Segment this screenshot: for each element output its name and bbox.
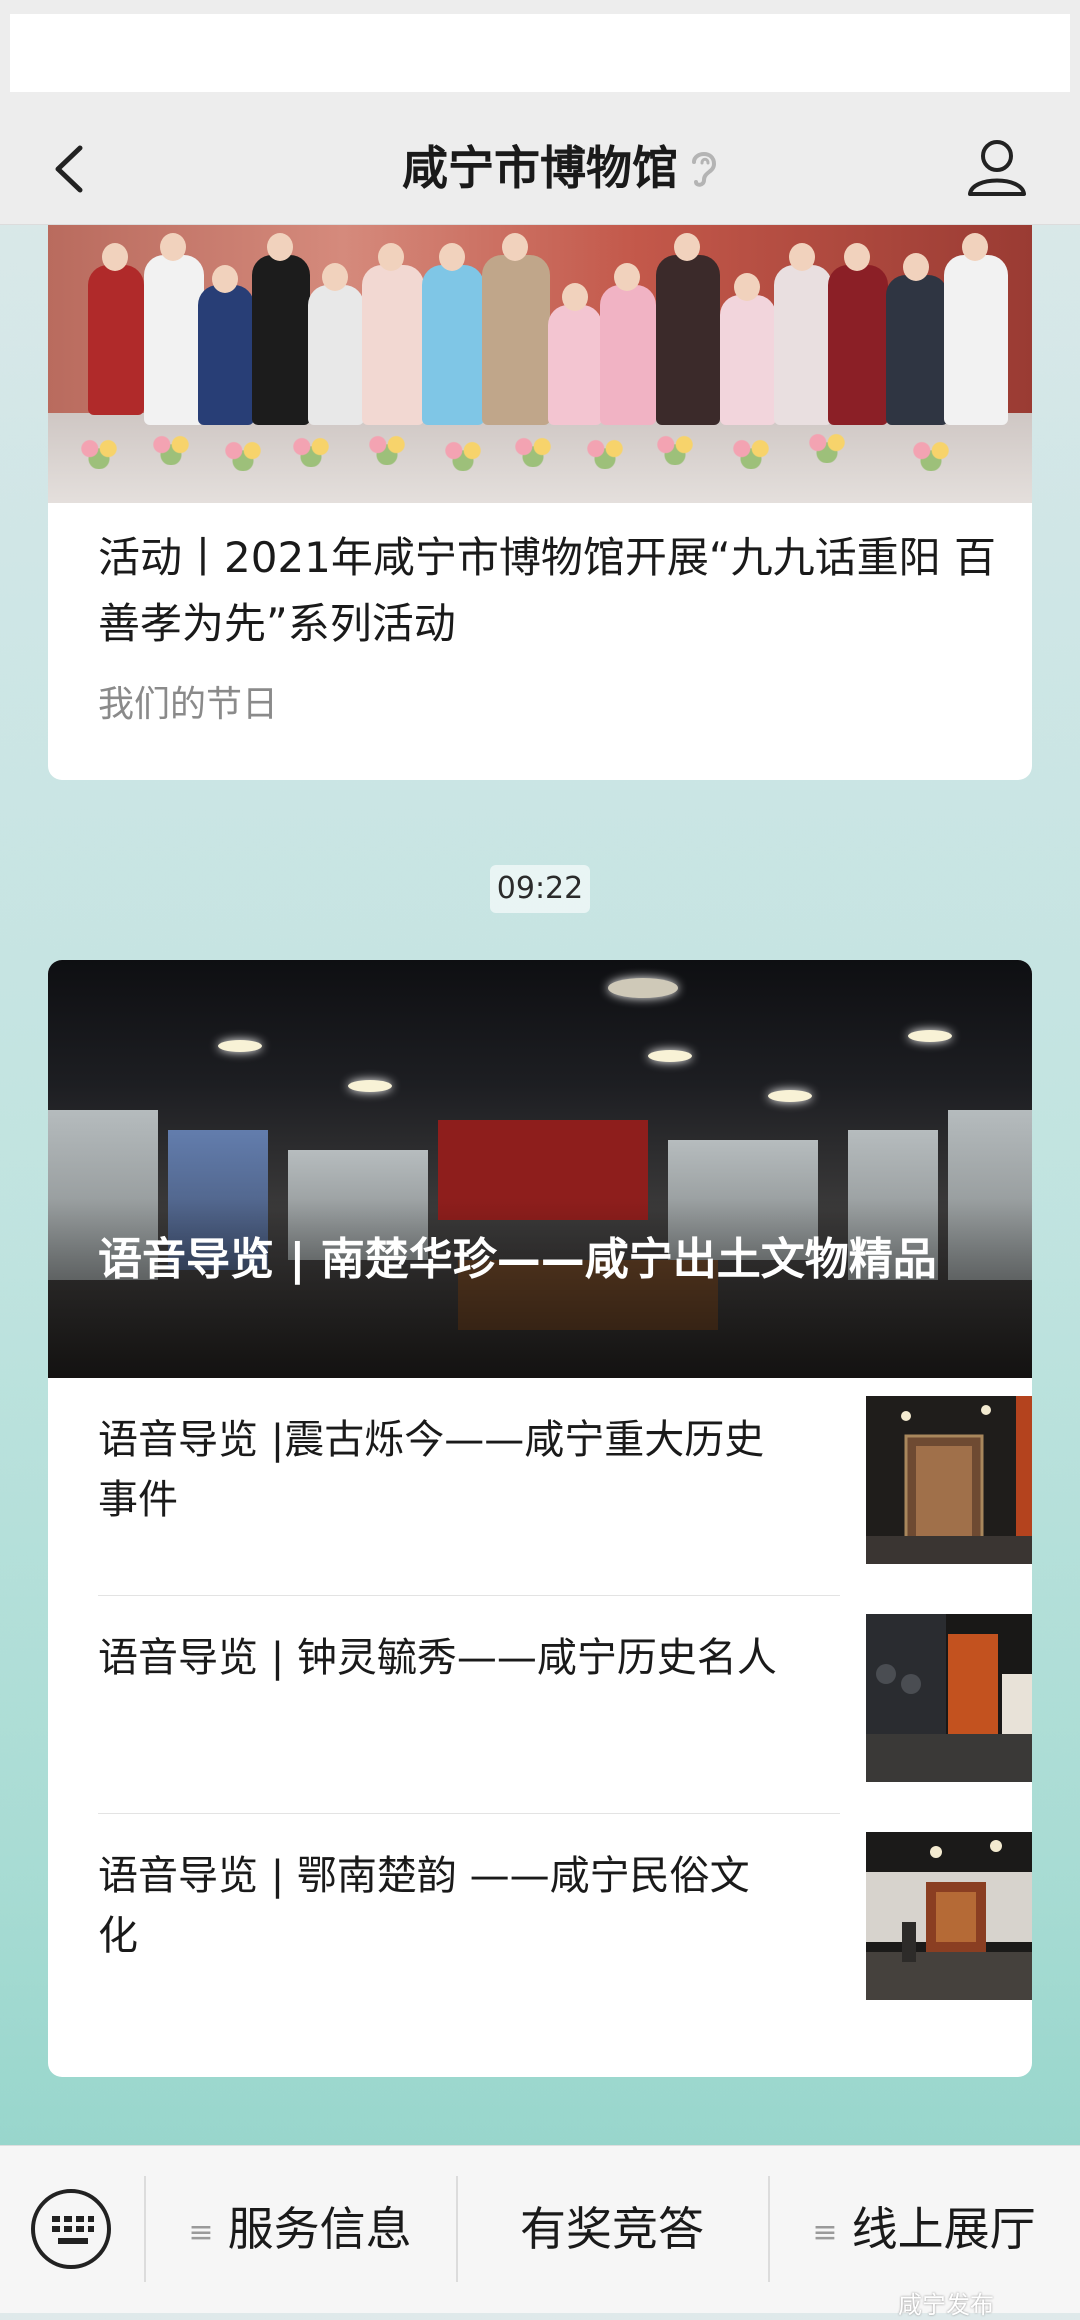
user-icon [968,140,1026,196]
message-timestamp: 09:22 [490,865,590,913]
article-group-card: 语音导览 | 南楚华珍——咸宁出土文物精品 语音导览 |震古烁今——咸宁重大历史… [48,960,1032,2077]
nav-bar: 咸宁市博物馆 [0,112,1080,225]
article-list-item-title: 语音导览 | 鄂南楚韵 ——咸宁民俗文化 [98,1853,750,1959]
chat-area: 活动丨2021年咸宁市博物馆开展“九九话重阳 百善孝为先”系列活动 我们的节日 … [0,225,1080,2145]
menu-label: 有奖竞答 [520,2202,704,2256]
article-list-item[interactable]: 语音导览 | 钟灵毓秀——咸宁历史名人 [98,1596,1032,1814]
menu-lines-icon: ≡ [812,2215,838,2250]
article-thumbnail [866,1614,1032,1782]
watermark: 咸宁发布 [898,2291,994,2319]
keyboard-icon [31,2189,111,2269]
article-cover-image [48,225,1032,503]
status-blank-area [10,14,1070,92]
article-list-item[interactable]: 语音导览 |震古烁今——咸宁重大历史事件 [98,1378,1032,1596]
page-title: 咸宁市博物馆 [402,141,678,195]
article-thumbnail [866,1396,1032,1564]
article-subtitle: 我们的节日 [98,684,279,725]
article-list-item[interactable]: 语音导览 | 鄂南楚韵 ——咸宁民俗文化 [98,1814,1032,2032]
article-list-item-title: 语音导览 | 钟灵毓秀——咸宁历史名人 [98,1635,777,1681]
article-card[interactable]: 活动丨2021年咸宁市博物馆开展“九九话重阳 百善孝为先”系列活动 我们的节日 [48,225,1032,780]
article-list-item-title: 语音导览 |震古烁今——咸宁重大历史事件 [98,1417,765,1523]
profile-button[interactable] [962,132,1032,202]
article-thumbnail [866,1832,1032,2000]
hero-article-title: 语音导览 | 南楚华珍——咸宁出土文物精品 [98,1234,937,1285]
menu-label: 线上展厅 [851,2202,1036,2256]
menu-lines-icon: ≡ [188,2215,214,2250]
menu-label: 服务信息 [227,2202,412,2256]
article-title: 活动丨2021年咸宁市博物馆开展“九九话重阳 百善孝为先”系列活动 [98,533,996,648]
keyboard-toggle-button[interactable] [28,2186,114,2272]
hero-article[interactable]: 语音导览 | 南楚华珍——咸宁出土文物精品 [48,960,1032,1378]
ear-icon [686,146,722,190]
menu-service-info[interactable]: ≡ 服务信息 [146,2146,454,2313]
status-strip [0,0,1080,112]
menu-prize-quiz[interactable]: 有奖竞答 [458,2146,766,2313]
